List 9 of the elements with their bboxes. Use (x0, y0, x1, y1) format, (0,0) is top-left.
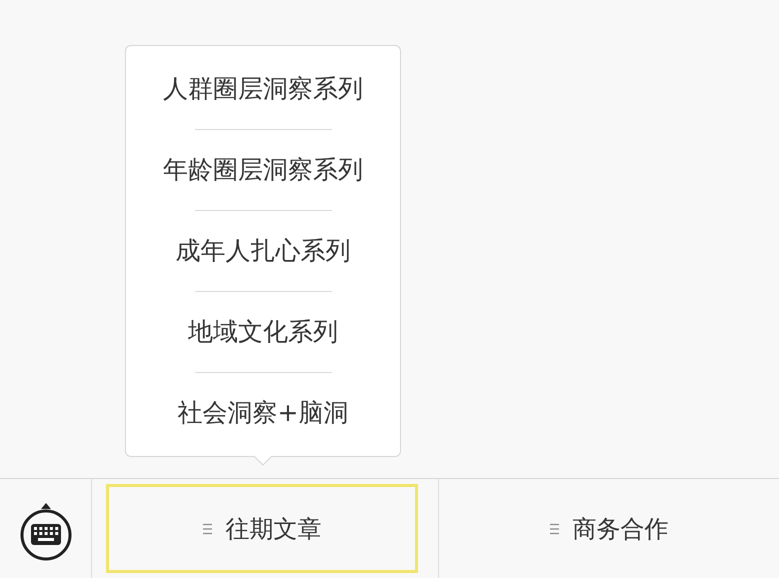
menu-icon (550, 522, 558, 534)
menu-tab[interactable]: 往期文章 (106, 484, 418, 573)
submenu-item[interactable]: 人群圈层洞察系列 (126, 49, 400, 129)
submenu-item[interactable]: 年龄圈层洞察系列 (126, 130, 400, 210)
submenu-item[interactable]: 社会洞察+脑洞 (126, 373, 400, 453)
menu-tab[interactable]: 商务合作 (453, 484, 765, 573)
submenu-item[interactable]: 地域文化系列 (126, 292, 400, 372)
menu-icon (202, 522, 212, 534)
submenu-item[interactable]: 成年人扎心系列 (126, 211, 400, 291)
